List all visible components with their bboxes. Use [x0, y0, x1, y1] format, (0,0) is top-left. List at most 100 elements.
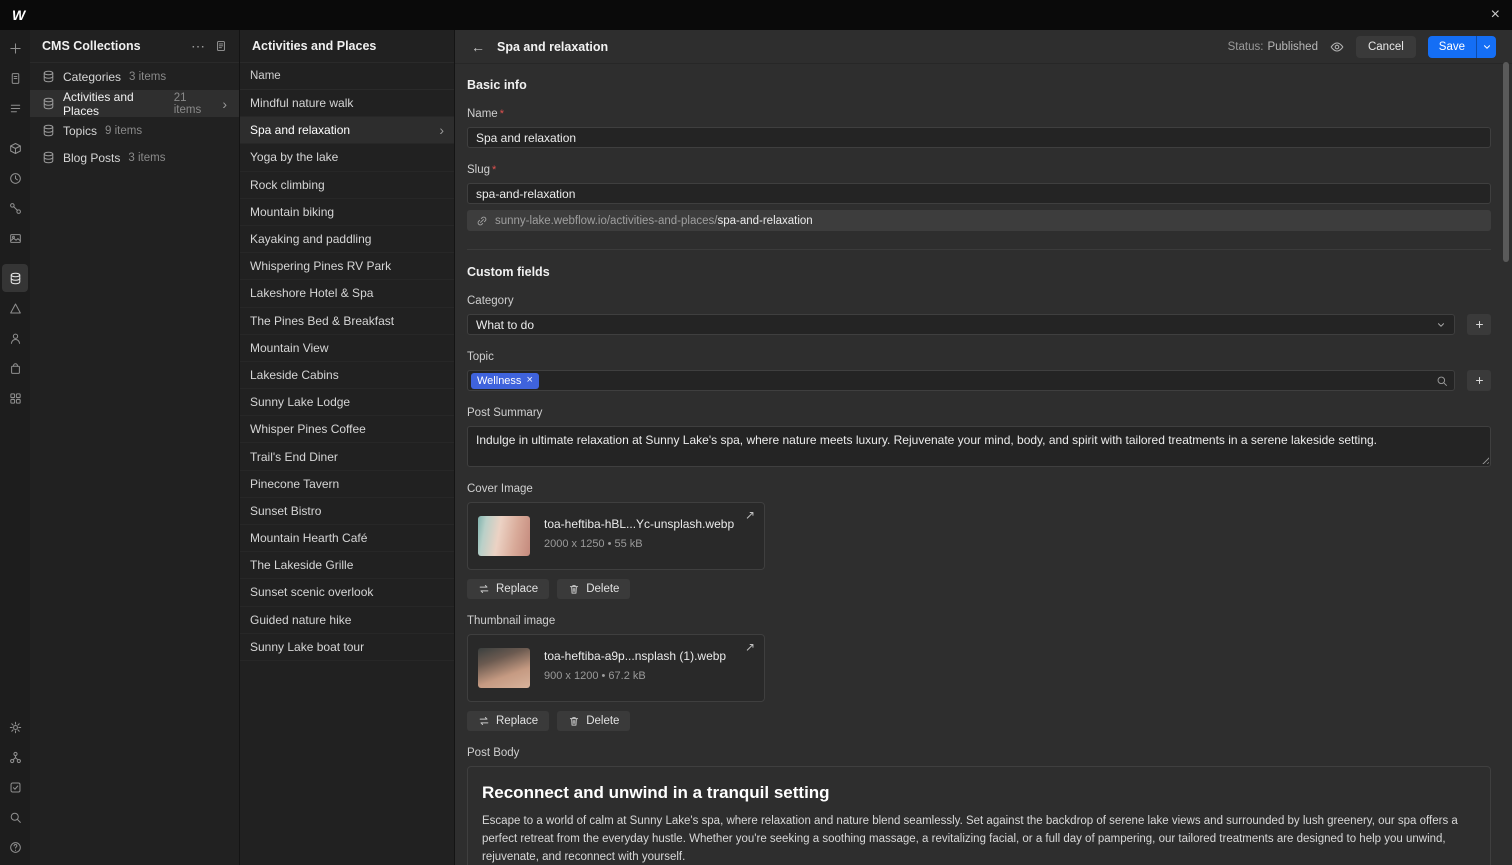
- variables-icon[interactable]: [2, 194, 28, 222]
- collection-item-row[interactable]: Mountain biking: [240, 199, 454, 226]
- item-name: Rock climbing: [250, 177, 325, 192]
- open-asset-icon[interactable]: ↗: [745, 508, 755, 522]
- collection-item-row[interactable]: Mindful nature walk: [240, 90, 454, 118]
- add-topic-button[interactable]: [1467, 370, 1491, 391]
- users-icon[interactable]: [2, 324, 28, 352]
- item-url-bar[interactable]: sunny-lake.webflow.io/activities-and-pla…: [467, 210, 1491, 231]
- delete-thumbnail-button[interactable]: Delete: [557, 711, 631, 731]
- cms-icon[interactable]: [2, 264, 28, 292]
- item-editor-header: ← Spa and relaxation Status: Published C…: [455, 30, 1512, 64]
- collection-item-row[interactable]: Lakeshore Hotel & Spa: [240, 280, 454, 308]
- help-icon[interactable]: [2, 833, 28, 861]
- item-url: sunny-lake.webflow.io/activities-and-pla…: [495, 215, 813, 227]
- collection-item-row[interactable]: Spa and relaxation ›: [240, 117, 454, 145]
- libraries-icon[interactable]: [2, 294, 28, 322]
- collection-item-row[interactable]: Mountain View: [240, 335, 454, 362]
- name-input[interactable]: [467, 127, 1491, 148]
- replace-thumbnail-button[interactable]: Replace: [467, 711, 550, 731]
- trash-icon: [568, 715, 580, 727]
- settings-icon[interactable]: [2, 713, 28, 741]
- ecommerce-icon[interactable]: [2, 354, 28, 382]
- remove-tag-icon[interactable]: ×: [526, 375, 532, 386]
- save-dropdown-icon[interactable]: [1476, 35, 1496, 58]
- collection-item-row[interactable]: Rock climbing: [240, 172, 454, 199]
- collection-item-row[interactable]: Sunset Bistro: [240, 498, 454, 525]
- collection-items-panel: Activities and Places Name Mindful natur…: [240, 30, 455, 865]
- apps-icon[interactable]: [2, 384, 28, 412]
- post-summary-textarea[interactable]: Indulge in ultimate relaxation at Sunny …: [467, 426, 1491, 467]
- back-icon[interactable]: ←: [471, 39, 485, 55]
- collection-item-row[interactable]: Whispering Pines RV Park: [240, 253, 454, 281]
- post-body-editor[interactable]: Reconnect and unwind in a tranquil setti…: [467, 766, 1491, 865]
- cms-collection-item[interactable]: Activities and Places 21 items ›: [30, 90, 239, 118]
- integrations-icon[interactable]: [2, 743, 28, 771]
- category-select[interactable]: What to do: [467, 314, 1455, 335]
- vertical-scrollbar[interactable]: [1503, 62, 1509, 262]
- collection-item-row[interactable]: Mountain Hearth Café: [240, 525, 454, 553]
- topic-tag[interactable]: Wellness ×: [471, 372, 539, 389]
- collection-count: 9 items: [105, 124, 143, 137]
- open-asset-icon[interactable]: ↗: [745, 640, 755, 654]
- collection-item-row[interactable]: Trail's End Diner: [240, 443, 454, 471]
- audit-icon[interactable]: [2, 773, 28, 801]
- add-category-button[interactable]: [1467, 314, 1491, 335]
- collection-item-row[interactable]: Whisper Pines Coffee: [240, 416, 454, 444]
- cancel-button[interactable]: Cancel: [1355, 35, 1416, 58]
- collection-item-row[interactable]: Kayaking and paddling: [240, 226, 454, 254]
- chevron-down-icon: [1436, 320, 1446, 330]
- pages-icon[interactable]: [2, 64, 28, 92]
- slug-input[interactable]: [467, 183, 1491, 204]
- item-name: The Pines Bed & Breakfast: [250, 313, 395, 328]
- slug-field-group: Slug* sunny-lake.webflow.io/activities-a…: [467, 164, 1491, 231]
- collection-item-row[interactable]: Sunny Lake boat tour: [240, 634, 454, 661]
- collection-item-row[interactable]: Lakeside Cabins: [240, 362, 454, 390]
- link-icon: [476, 215, 488, 227]
- category-label: Category: [467, 295, 514, 307]
- replace-cover-button[interactable]: Replace: [467, 579, 550, 599]
- database-icon: [42, 97, 55, 110]
- manage-collections-icon[interactable]: [215, 40, 227, 52]
- collection-item-row[interactable]: The Pines Bed & Breakfast: [240, 308, 454, 335]
- cms-collection-item[interactable]: Categories 3 items: [30, 63, 239, 90]
- item-title: Spa and relaxation: [497, 39, 609, 54]
- item-name: Sunny Lake Lodge: [250, 395, 351, 410]
- editor-header-actions: Status: Published Cancel Save: [1228, 35, 1496, 58]
- navigator-icon[interactable]: [2, 94, 28, 122]
- history-icon[interactable]: [2, 164, 28, 192]
- search-icon[interactable]: [2, 803, 28, 831]
- more-options-icon[interactable]: ⋯: [191, 39, 205, 53]
- close-icon[interactable]: ×: [1491, 7, 1500, 23]
- collection-count: 3 items: [129, 70, 167, 83]
- status-badge: Status: Published: [1228, 41, 1318, 53]
- webflow-logo-icon[interactable]: W: [12, 7, 25, 23]
- cover-file-meta: 2000 x 1250 • 55 kB: [544, 538, 643, 550]
- preview-icon[interactable]: [1330, 40, 1344, 54]
- save-button[interactable]: Save: [1427, 35, 1496, 58]
- topic-field-group: Topic Wellness ×: [467, 351, 1491, 391]
- collection-item-row[interactable]: Pinecone Tavern: [240, 471, 454, 498]
- collection-item-row[interactable]: Sunset scenic overlook: [240, 579, 454, 607]
- database-icon: [42, 70, 55, 83]
- item-name: Whisper Pines Coffee: [250, 422, 366, 437]
- components-icon[interactable]: [2, 134, 28, 162]
- collection-item-row[interactable]: The Lakeside Grille: [240, 552, 454, 580]
- add-panel-icon[interactable]: [2, 34, 28, 62]
- cms-collection-item[interactable]: Topics 9 items: [30, 117, 239, 144]
- assets-icon[interactable]: [2, 224, 28, 252]
- delete-cover-button[interactable]: Delete: [557, 579, 631, 599]
- item-name: Sunset Bistro: [250, 503, 322, 518]
- topic-field[interactable]: Wellness ×: [467, 370, 1455, 391]
- post-body-label: Post Body: [467, 747, 520, 759]
- thumbnail-image-thumbnail[interactable]: [478, 648, 530, 688]
- cover-image-thumbnail[interactable]: [478, 516, 530, 556]
- save-button-label[interactable]: Save: [1428, 36, 1476, 58]
- item-name: The Lakeside Grille: [250, 558, 354, 573]
- collection-item-row[interactable]: Guided nature hike: [240, 607, 454, 634]
- cms-collection-item[interactable]: Blog Posts 3 items: [30, 144, 239, 171]
- replace-icon: [478, 583, 490, 595]
- collection-item-row[interactable]: Yoga by the lake: [240, 144, 454, 172]
- collection-item-row[interactable]: Sunny Lake Lodge: [240, 389, 454, 417]
- replace-icon: [478, 715, 490, 727]
- name-column-header[interactable]: Name: [240, 63, 454, 90]
- item-name: Mountain View: [250, 340, 329, 355]
